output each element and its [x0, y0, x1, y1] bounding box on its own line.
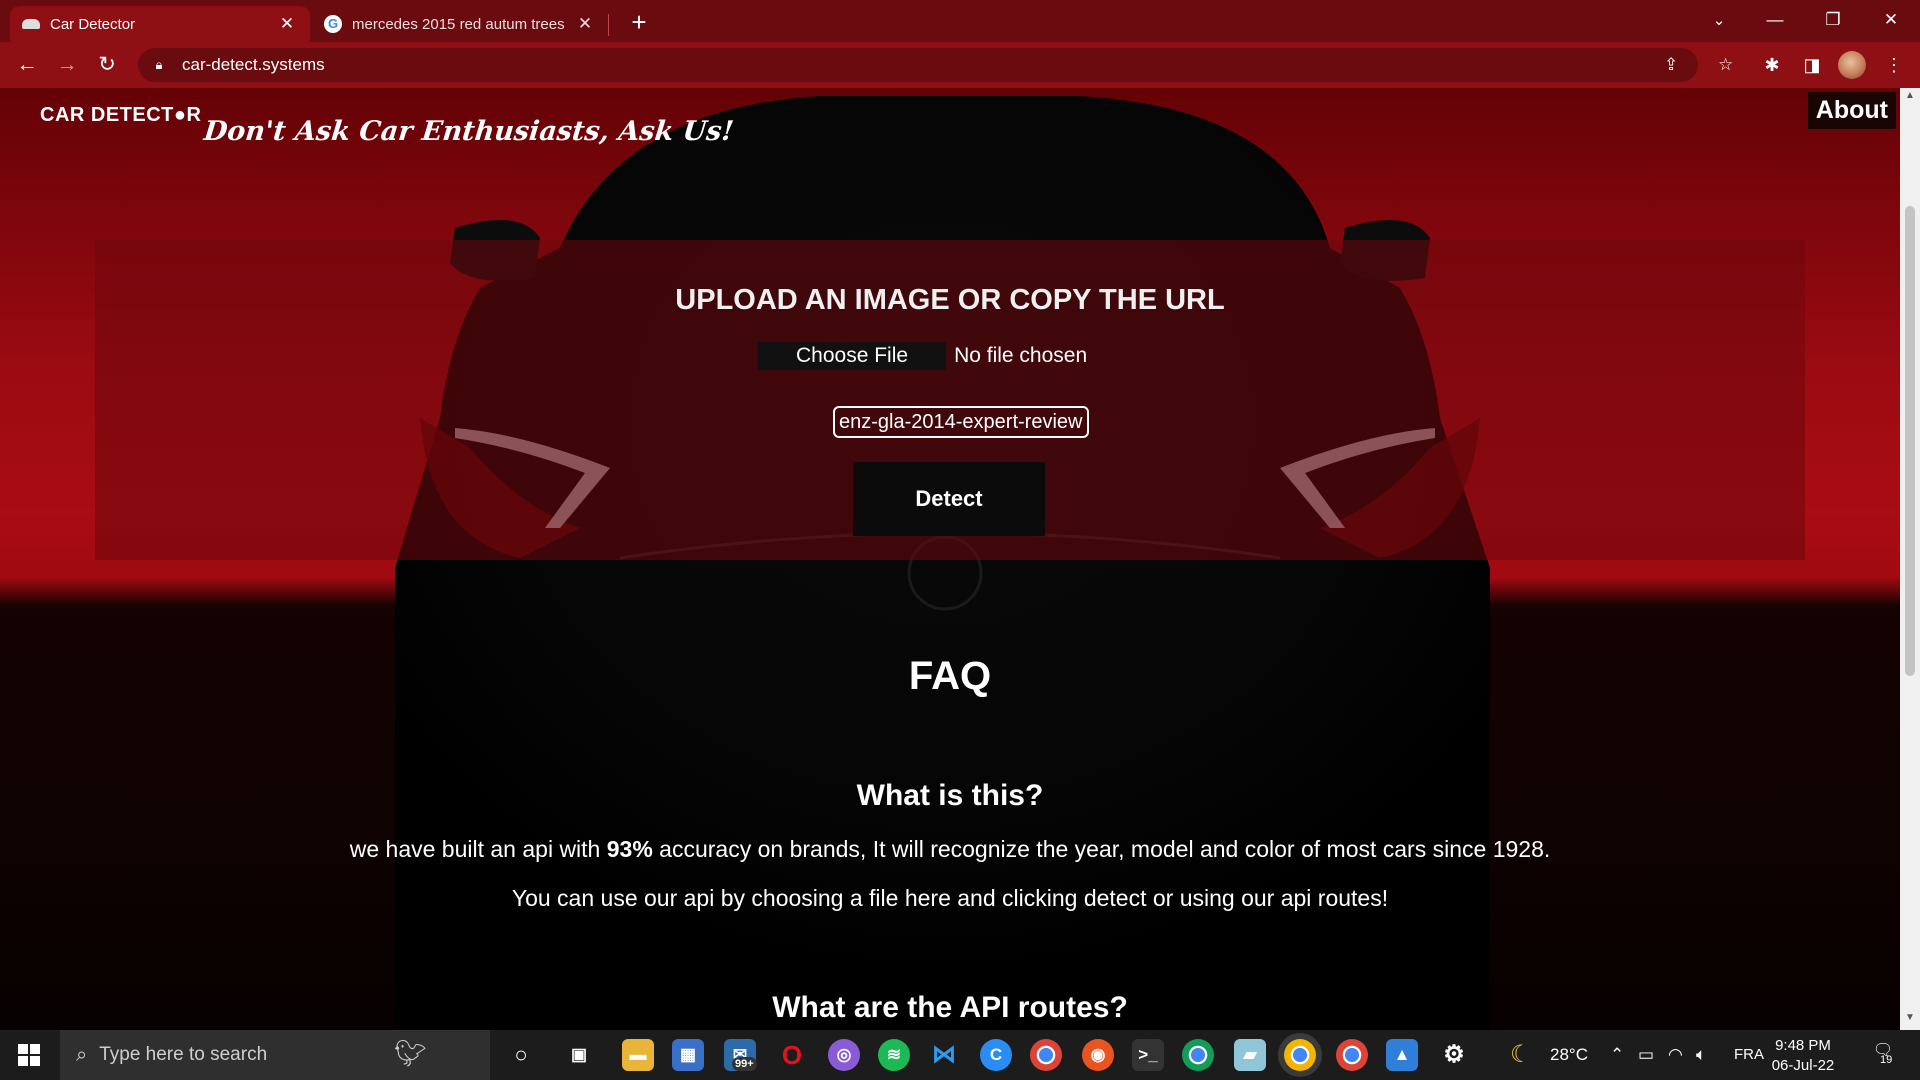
answer-text: accuracy on brands, It will recognize th…: [652, 836, 1551, 862]
chrome-active-icon[interactable]: [1284, 1039, 1316, 1071]
faq-answer: You can use our api by choosing a file h…: [511, 885, 1389, 911]
new-tab-button[interactable]: +: [622, 6, 656, 40]
page-content: CAR DETECT●R Don't Ask Car Enthusiasts, …: [0, 88, 1900, 1030]
wifi-icon[interactable]: ◠: [1668, 1030, 1683, 1080]
notification-icon[interactable]: 🗨︎ 19: [1868, 1040, 1898, 1070]
faq-question: What are the API routes?: [772, 991, 1128, 1024]
search-placeholder: Type here to search: [99, 1044, 268, 1065]
weather-temp[interactable]: 28°C: [1550, 1030, 1588, 1080]
window-controls: — ❐ ✕: [1746, 0, 1920, 40]
clock-time: 9:48 PM: [1775, 1037, 1831, 1054]
mail-icon[interactable]: ✉ 99+: [724, 1039, 757, 1071]
reload-icon[interactable]: ↻: [91, 49, 123, 81]
c-app-icon[interactable]: C: [980, 1039, 1012, 1071]
vscode-icon[interactable]: ⋈: [928, 1039, 960, 1071]
chrome-icon[interactable]: [1030, 1039, 1062, 1071]
scroll-down-icon[interactable]: ▼: [1900, 1012, 1920, 1028]
faq-title: FAQ: [908, 654, 992, 698]
extensions-puzzle-icon[interactable]: ✱: [1756, 49, 1788, 81]
close-tab-icon[interactable]: ✕: [276, 14, 298, 34]
task-view-icon[interactable]: ▣: [563, 1039, 595, 1071]
chrome-alt-icon[interactable]: [1336, 1039, 1368, 1071]
mail-badge: 99+: [732, 1057, 757, 1071]
answer-text: we have built an api with: [349, 836, 607, 862]
windows-logo-icon: [18, 1044, 40, 1066]
faq-answer: we have built an api with 93% accuracy o…: [0, 836, 1900, 863]
notification-count: 19: [1880, 1054, 1893, 1066]
share-icon[interactable]: ⇪: [1664, 48, 1678, 82]
tab-car-detector[interactable]: Car Detector ✕: [10, 6, 310, 42]
minimize-icon[interactable]: —: [1746, 0, 1804, 40]
google-favicon-icon: G: [324, 15, 342, 33]
windows-taskbar: ⌕ Type here to search 🐦︎ ○ ▣ ▬ ▦ ✉ 99+ O…: [0, 1030, 1920, 1080]
back-arrow-icon[interactable]: ←: [11, 49, 43, 81]
choose-file-button[interactable]: Choose File: [758, 342, 947, 370]
tray-chevron-icon[interactable]: ⌃: [1610, 1030, 1624, 1080]
search-highlight-icon: 🐦︎: [394, 1038, 428, 1068]
terminal-icon[interactable]: >_: [1132, 1039, 1164, 1071]
menu-kebab-icon[interactable]: ⋮: [1878, 49, 1910, 81]
car-favicon-icon: [22, 19, 40, 29]
notepad-icon[interactable]: ▰: [1234, 1039, 1266, 1071]
faq-question: What is this?: [856, 779, 1044, 812]
scroll-up-icon[interactable]: ▲: [1900, 90, 1920, 106]
file-picker: Choose File No file chosen: [758, 341, 1087, 371]
upload-panel: UPLOAD AN IMAGE OR COPY THE URL Choose F…: [95, 240, 1805, 560]
scroll-thumb[interactable]: [1905, 206, 1915, 676]
browser-tab-strip: Car Detector ✕ G mercedes 2015 red autum…: [0, 0, 1920, 42]
settings-gear-icon[interactable]: ⚙: [1438, 1039, 1470, 1071]
volume-icon[interactable]: 🔈︎: [1696, 1030, 1706, 1080]
profile-avatar[interactable]: [1838, 51, 1866, 79]
tab-separator: [608, 14, 609, 36]
clock[interactable]: 9:48 PM 06-Jul-22: [1758, 1036, 1848, 1076]
site-logo[interactable]: CAR DETECT●R: [40, 104, 201, 127]
battery-icon[interactable]: ▭: [1638, 1030, 1654, 1080]
ubuntu-icon[interactable]: ◉: [1082, 1039, 1114, 1071]
store-icon[interactable]: ▦: [672, 1039, 704, 1071]
chrome-profile-icon[interactable]: [1182, 1039, 1214, 1071]
browser-toolbar: ← → ↻ 🔒︎ car-detect.systems ⇪ ☆ ✱ ◨ ⋮: [0, 42, 1920, 88]
url-text: car-detect.systems: [182, 55, 325, 74]
search-icon: ⌕: [76, 1043, 88, 1066]
tab-search-chevron-icon[interactable]: ⌄: [1702, 6, 1736, 36]
bookmark-star-icon[interactable]: ☆: [1718, 48, 1733, 82]
maximize-icon[interactable]: ❐: [1804, 0, 1862, 40]
cortana-icon[interactable]: ○: [505, 1039, 537, 1071]
tab-title: mercedes 2015 red autum trees: [352, 15, 565, 33]
close-tab-icon[interactable]: ✕: [574, 14, 596, 34]
lock-icon[interactable]: 🔒︎: [152, 57, 166, 73]
page-scrollbar[interactable]: ▲ ▼: [1900, 88, 1920, 1030]
about-link[interactable]: About: [1807, 92, 1896, 129]
photos-icon[interactable]: ▲: [1386, 1039, 1418, 1071]
site-tagline: Don't Ask Car Enthusiasts, Ask Us!: [202, 116, 736, 147]
messenger-icon[interactable]: ◎: [828, 1039, 860, 1071]
accuracy-value: 93%: [606, 836, 653, 862]
upload-heading: UPLOAD AN IMAGE OR COPY THE URL: [675, 284, 1225, 316]
weather-icon[interactable]: ☾: [1510, 1030, 1532, 1080]
address-bar[interactable]: 🔒︎ car-detect.systems ⇪ ☆: [138, 48, 1733, 82]
clock-date: 06-Jul-22: [1771, 1057, 1835, 1074]
tab-mercedes-search[interactable]: G mercedes 2015 red autum trees ✕: [312, 6, 608, 42]
close-window-icon[interactable]: ✕: [1862, 0, 1920, 40]
file-status-text: No file chosen: [954, 344, 1088, 367]
file-explorer-icon[interactable]: ▬: [622, 1039, 654, 1071]
tab-title: Car Detector: [50, 15, 136, 33]
forward-arrow-icon[interactable]: →: [51, 49, 83, 81]
taskbar-search[interactable]: ⌕ Type here to search 🐦︎: [60, 1030, 490, 1080]
side-panel-icon[interactable]: ◨: [1796, 49, 1828, 81]
spotify-icon[interactable]: ≋: [878, 1039, 910, 1071]
opera-icon[interactable]: O: [776, 1039, 808, 1071]
image-url-input[interactable]: [833, 406, 1089, 438]
start-button[interactable]: [0, 1030, 58, 1080]
detect-button[interactable]: Detect: [853, 462, 1045, 536]
